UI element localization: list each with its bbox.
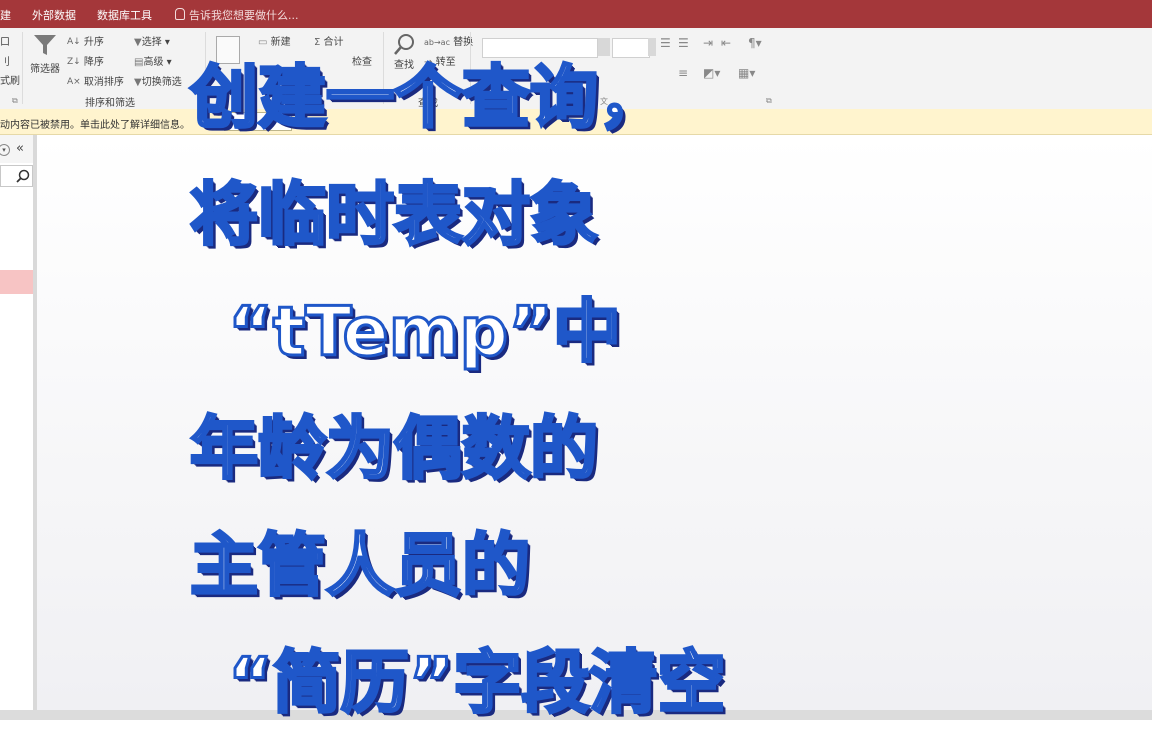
- ribbon-tab-bar: 建 外部数据 数据库工具 告诉我您想要做什么...: [0, 0, 1152, 28]
- search-icon: [16, 169, 30, 183]
- caption-line: 主管人员的: [188, 526, 531, 608]
- filter-label: 筛选器: [30, 64, 60, 75]
- collapse-pane-button[interactable]: «: [16, 141, 24, 156]
- ribbon-separator: [22, 32, 23, 104]
- caption-line: “简历”字段清空: [226, 643, 726, 725]
- toggle-filter-label: 切换筛选: [141, 77, 182, 88]
- toggle-filter-button[interactable]: ▼切换筛选: [134, 73, 182, 89]
- caption-line: 创建一个查询，: [188, 58, 667, 140]
- sort-ascending-icon: A↓: [67, 37, 81, 47]
- lightbulb-icon: [175, 8, 185, 20]
- selection-button[interactable]: ▼选择 ▾: [134, 33, 170, 49]
- selection-filter-icon: ▼: [134, 36, 142, 48]
- ascending-label: 升序: [83, 37, 104, 48]
- navigation-pane: ▾ «: [0, 135, 37, 710]
- ascending-button[interactable]: A↓ 升序: [67, 33, 104, 48]
- video-caption-overlay: 创建一个查询， 将临时表对象 “tTemp”中 年龄为偶数的 主管人员的 “简历…: [188, 40, 726, 742]
- remove-sort-button[interactable]: A× 取消排序: [67, 73, 124, 88]
- descending-label: 降序: [83, 57, 104, 68]
- tell-me-text: 告诉我您想要做什么...: [189, 9, 299, 22]
- navigation-search-input[interactable]: [0, 165, 33, 187]
- tab-create[interactable]: 建: [0, 7, 11, 23]
- dialog-launcher-icon[interactable]: ⧉: [12, 96, 18, 106]
- tab-external-data[interactable]: 外部数据: [32, 7, 76, 23]
- toggle-filter-icon: ▼: [134, 76, 142, 88]
- remove-sort-label: 取消排序: [83, 77, 124, 88]
- funnel-icon: [34, 35, 56, 55]
- caption-line: 年龄为偶数的: [188, 409, 599, 491]
- security-warning-text[interactable]: 动内容已被禁用。单击此处了解详细信息。: [0, 116, 190, 131]
- caption-line: “tTemp”中: [226, 292, 622, 374]
- format-painter-fragment[interactable]: 式刷: [0, 72, 20, 87]
- paragraph-direction-icon[interactable]: ¶▾: [748, 36, 762, 50]
- dialog-launcher-icon[interactable]: ⧉: [766, 96, 772, 106]
- dropdown-circle-icon[interactable]: ▾: [0, 144, 10, 156]
- clipboard-fragment-2[interactable]: 刂: [0, 53, 10, 68]
- navigation-item-selected[interactable]: [0, 270, 33, 294]
- tab-database-tools[interactable]: 数据库工具: [97, 7, 152, 23]
- descending-button[interactable]: Z↓ 降序: [67, 53, 104, 68]
- navigation-pane-header: ▾ «: [0, 135, 33, 163]
- selection-label: 选择: [141, 37, 162, 48]
- advanced-button[interactable]: ▤高级 ▾: [134, 53, 172, 69]
- advanced-label: 高级: [143, 57, 164, 68]
- filter-button[interactable]: 筛选器: [27, 32, 63, 75]
- caption-line: 将临时表对象: [188, 175, 599, 257]
- remove-sort-icon: A×: [67, 77, 81, 87]
- group-label-sort-filter: 排序和筛选: [85, 98, 135, 109]
- gridlines-icon[interactable]: ▦▾: [738, 66, 755, 80]
- sort-descending-icon: Z↓: [67, 57, 81, 67]
- tell-me-box[interactable]: 告诉我您想要做什么...: [175, 7, 299, 23]
- clipboard-fragment-1[interactable]: 口: [0, 33, 10, 48]
